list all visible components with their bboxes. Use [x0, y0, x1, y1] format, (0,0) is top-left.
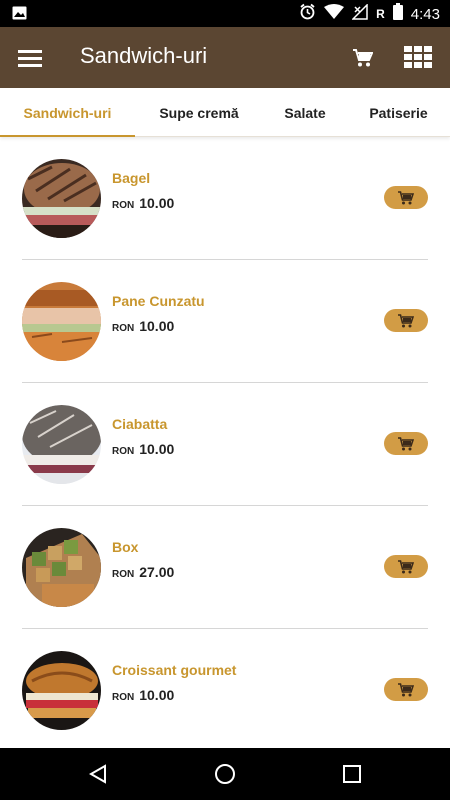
recents-icon[interactable]	[340, 762, 364, 786]
product-image	[22, 282, 101, 361]
tab-salate[interactable]: Salate	[263, 88, 347, 137]
cart-plus-icon	[398, 313, 414, 327]
price-row: RON 27.00	[112, 564, 174, 580]
back-icon[interactable]	[86, 762, 110, 786]
list-item[interactable]: Pane Cunzatu RON 10.00	[0, 260, 450, 383]
price-row: RON 10.00	[112, 687, 174, 703]
price: 27.00	[139, 564, 175, 580]
list-item[interactable]: Croissant gourmet RON 10.00	[0, 629, 450, 748]
battery-icon	[392, 3, 403, 25]
price-row: RON 10.00	[112, 441, 174, 457]
wifi-icon	[324, 3, 345, 25]
list-item[interactable]: Box RON 27.00	[0, 506, 450, 629]
status-icons: R 4:43	[299, 2, 440, 25]
product-image	[22, 159, 101, 238]
tab-patiserie[interactable]: Patiserie	[347, 88, 450, 137]
add-to-cart-button[interactable]	[384, 186, 428, 209]
list-item[interactable]: Ciabatta RON 10.00	[0, 383, 450, 506]
app-bar: Sandwich-uri	[0, 27, 450, 88]
product-name: Croissant gourmet	[112, 662, 237, 678]
status-bar: R 4:43	[0, 0, 450, 27]
status-time: 4:43	[410, 5, 440, 23]
price-row: RON 10.00	[112, 195, 174, 211]
currency: RON	[112, 323, 135, 334]
add-to-cart-button[interactable]	[384, 432, 428, 455]
cart-icon[interactable]	[350, 45, 376, 71]
cart-plus-icon	[398, 436, 414, 450]
product-list: Bagel RON 10.00 Pane Cunzatu RON 10.00 C…	[0, 137, 450, 748]
cart-plus-icon	[398, 559, 414, 573]
signal-icon	[351, 2, 368, 25]
product-name: Box	[112, 539, 139, 555]
currency: RON	[112, 200, 135, 211]
tab-supe-crema[interactable]: Supe cremă	[135, 88, 263, 137]
currency: RON	[112, 692, 135, 703]
price-row: RON 10.00	[112, 318, 174, 334]
currency: RON	[112, 569, 135, 580]
product-name: Pane Cunzatu	[112, 293, 205, 309]
add-to-cart-button[interactable]	[384, 555, 428, 578]
roaming-label: R	[376, 7, 385, 21]
cart-plus-icon	[398, 190, 414, 204]
alarm-icon	[299, 3, 316, 25]
cart-plus-icon	[398, 682, 414, 696]
product-name: Bagel	[112, 170, 151, 186]
price: 10.00	[139, 195, 175, 211]
add-to-cart-button[interactable]	[384, 678, 428, 701]
add-to-cart-button[interactable]	[384, 309, 428, 332]
menu-icon[interactable]	[16, 44, 44, 72]
product-image	[22, 651, 101, 730]
price: 10.00	[139, 687, 175, 703]
product-image	[22, 528, 101, 607]
tab-sandwich-uri[interactable]: Sandwich-uri	[0, 88, 135, 137]
product-name: Ciabatta	[112, 416, 168, 432]
category-tabs: Sandwich-uri Supe cremă Salate Patiserie	[0, 88, 450, 137]
price: 10.00	[139, 318, 175, 334]
page-title: Sandwich-uri	[80, 43, 208, 68]
product-image	[22, 405, 101, 484]
system-nav-bar	[0, 748, 450, 800]
list-item[interactable]: Bagel RON 10.00	[0, 137, 450, 260]
currency: RON	[112, 446, 135, 457]
image-icon	[12, 6, 27, 20]
grid-icon[interactable]	[403, 43, 433, 71]
home-icon[interactable]	[213, 762, 237, 786]
price: 10.00	[139, 441, 175, 457]
